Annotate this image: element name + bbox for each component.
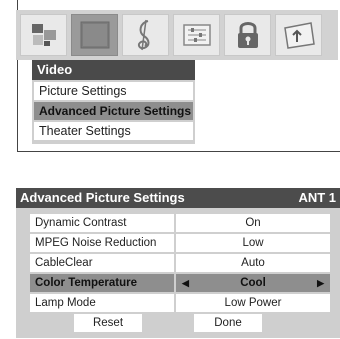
setting-row-mpeg-noise-reduction[interactable]: MPEG Noise Reduction Low <box>30 234 330 252</box>
picture-quality-icon <box>31 24 56 46</box>
video-tab[interactable] <box>71 14 118 56</box>
setting-row-cableclear[interactable]: CableClear Auto <box>30 254 330 272</box>
right-arrow-icon[interactable]: ▶ <box>317 274 324 292</box>
applications-icon <box>283 22 315 49</box>
setting-value-selector[interactable]: ◀ Cool ▶ <box>176 274 330 292</box>
setup-icon <box>182 24 211 46</box>
advanced-picture-settings-panel: Advanced Picture Settings ANT 1 Dynamic … <box>16 188 340 338</box>
setting-row-lamp-mode[interactable]: Lamp Mode Low Power <box>30 294 330 312</box>
locks-tab[interactable] <box>224 14 271 56</box>
lock-icon <box>237 22 258 48</box>
setting-value: Cool <box>240 277 266 289</box>
video-submenu: Video Picture Settings Advanced Picture … <box>32 60 195 144</box>
setting-label: MPEG Noise Reduction <box>30 234 174 252</box>
video-menu-title: Video <box>32 60 195 80</box>
setting-label: CableClear <box>30 254 174 272</box>
setting-label: Lamp Mode <box>30 294 174 312</box>
audio-icon <box>137 19 149 51</box>
menu-item-theater-settings[interactable]: Theater Settings <box>34 122 193 140</box>
left-arrow-icon[interactable]: ◀ <box>182 274 189 292</box>
panel-header: Advanced Picture Settings ANT 1 <box>16 188 340 208</box>
done-button[interactable]: Done <box>194 314 262 332</box>
picture-quality-tab[interactable] <box>20 14 67 56</box>
panel-title: Advanced Picture Settings <box>20 190 185 205</box>
applications-tab[interactable] <box>275 14 322 56</box>
setting-row-color-temperature[interactable]: Color Temperature ◀ Cool ▶ <box>30 274 330 292</box>
audio-tab[interactable] <box>122 14 169 56</box>
input-source-label: ANT 1 <box>298 190 336 205</box>
setting-label: Color Temperature <box>30 274 174 292</box>
setting-label: Dynamic Contrast <box>30 214 174 232</box>
reset-button[interactable]: Reset <box>74 314 142 332</box>
menu-item-picture-settings[interactable]: Picture Settings <box>34 82 193 100</box>
menu-item-advanced-picture-settings[interactable]: Advanced Picture Settings <box>34 102 193 120</box>
setting-value[interactable]: Low <box>176 234 330 252</box>
setup-tab[interactable] <box>173 14 220 56</box>
setting-value[interactable]: On <box>176 214 330 232</box>
menu-icon-bar <box>16 10 338 60</box>
setting-value[interactable]: Auto <box>176 254 330 272</box>
video-icon <box>80 21 109 49</box>
setting-value[interactable]: Low Power <box>176 294 330 312</box>
setting-row-dynamic-contrast[interactable]: Dynamic Contrast On <box>30 214 330 232</box>
